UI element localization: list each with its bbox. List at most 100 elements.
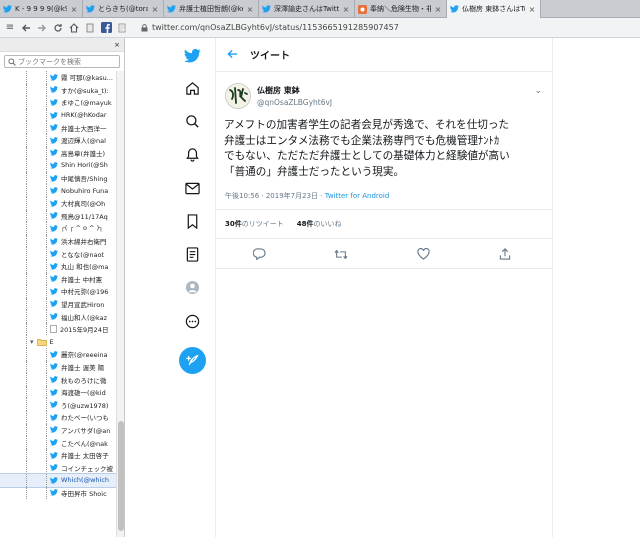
bookmark-item[interactable]: 望月宣武Hiron xyxy=(0,297,117,311)
tweet-time[interactable]: 午後10:56 · 2019年7月23日 · xyxy=(225,192,325,200)
bookmark-item[interactable]: アンバサダ(@an xyxy=(0,423,117,437)
browser-toolbar: ≡ twitter.com/qnOsaZLBGyht6vJ/status/115… xyxy=(0,18,640,38)
username[interactable]: @qnOsaZLBGyht6vJ xyxy=(257,98,332,107)
bookmark-manager-button[interactable] xyxy=(83,21,97,35)
bookmark-label: E xyxy=(49,337,54,346)
tab-close-icon[interactable]: × xyxy=(246,5,254,14)
retweet-icon[interactable] xyxy=(333,246,349,262)
bookmark-item[interactable]: 霧 可那(@kasu... xyxy=(0,71,117,84)
bookmark-item[interactable]: 大村真司(@Oh xyxy=(0,196,117,210)
tweet-source-link[interactable]: Twitter for Android xyxy=(325,192,390,200)
tab-3[interactable]: 深澤諭史さんはTwitt × xyxy=(259,0,355,18)
retweets-count: 30件 xyxy=(225,220,242,228)
likes-stat[interactable]: 48件のいいね xyxy=(297,219,342,229)
compose-tweet-button[interactable] xyxy=(179,347,206,374)
bookmark-item[interactable]: 中村元弥(@196 xyxy=(0,285,117,298)
extension-button[interactable] xyxy=(115,21,129,35)
menu-icon[interactable]: ≡ xyxy=(3,21,17,35)
bookmark-search-input[interactable] xyxy=(18,57,118,66)
home-button[interactable] xyxy=(67,21,81,35)
retweets-stat[interactable]: 30件のリツイート xyxy=(225,219,284,229)
bookmark-item[interactable]: すか(@suka_t): xyxy=(0,83,117,97)
tab-close-icon[interactable]: × xyxy=(528,5,536,14)
back-button[interactable] xyxy=(19,21,33,35)
bookmark-item[interactable]: コインチェック被 xyxy=(0,461,117,474)
bookmark-item[interactable]: わたべー(いつも xyxy=(0,411,117,424)
tree-guide-line xyxy=(26,285,27,298)
display-name[interactable]: 仏樹房 東鉢 xyxy=(257,85,332,96)
bookmark-label: 高島章(弁護士) xyxy=(61,149,106,158)
reply-icon[interactable] xyxy=(251,246,267,262)
bookmark-item[interactable]: 福山和人(@kaz xyxy=(0,310,117,323)
bookmark-item[interactable]: まゆこ(@mayuk xyxy=(0,96,117,109)
bookmark-item[interactable]: 弁護士 中村憲 xyxy=(0,272,117,286)
forward-button[interactable] xyxy=(35,21,49,35)
tab-5[interactable]: 仏樹房 東鉢さんはTw × xyxy=(447,0,541,18)
tree-guide-line xyxy=(26,348,27,361)
explore-icon[interactable] xyxy=(182,111,202,131)
back-arrow-icon[interactable] xyxy=(227,49,238,61)
more-menu-icon[interactable] xyxy=(182,311,202,331)
bookmark-item[interactable]: Shin Hori(@Sh xyxy=(0,159,117,172)
tab-1[interactable]: とらきち(@torakit0ex× xyxy=(83,0,164,18)
bookmark-item[interactable]: 2015年9月24日 xyxy=(0,322,117,336)
expand-triangle-icon[interactable]: ▾ xyxy=(30,338,34,346)
bookmark-item[interactable]: 海渡雄一(@kid xyxy=(0,385,117,399)
tab-close-icon[interactable]: × xyxy=(151,5,159,14)
lists-icon[interactable] xyxy=(182,244,202,264)
bookmark-folder[interactable]: ▾ E xyxy=(0,335,117,349)
bookmark-item[interactable]: HRK(@hKodar xyxy=(0,108,117,122)
bookmark-page-icon xyxy=(86,23,94,32)
avatar[interactable] xyxy=(225,83,251,109)
bookmark-item[interactable]: 中尾慎吾/Shing xyxy=(0,171,117,185)
profile-icon[interactable] xyxy=(182,277,202,297)
tab-close-icon[interactable]: × xyxy=(434,5,442,14)
bookmark-label: 弁護士 中村憲 xyxy=(61,275,103,284)
bookmark-item[interactable]: 寺田昇市 Shoic xyxy=(0,486,117,500)
bookmark-item[interactable]: 弁護士 太田啓子 xyxy=(0,448,117,462)
bookmark-item[interactable]: 高島章(弁護士) xyxy=(0,146,117,160)
tab-0[interactable]: K - 9 9 9 9(@k9999... × xyxy=(0,0,83,18)
bookmark-item[interactable]: う(@uzw1978) xyxy=(0,398,117,412)
bookmark-search-box[interactable] xyxy=(4,55,120,68)
bookmark-item[interactable]: ┌( ┌ ^ o ^ )┐ xyxy=(0,222,117,235)
bookmark-item[interactable]: 浜木綿井右衛門 xyxy=(0,234,117,248)
bookmark-item[interactable]: 弁護士 渥美 陽 xyxy=(0,360,117,374)
sidebar-scrollbar[interactable] xyxy=(116,71,124,537)
column-header: ツイート xyxy=(216,38,552,72)
bookmark-item[interactable]: 秋ものろけに微 xyxy=(0,373,117,386)
twitter-nav xyxy=(172,38,212,537)
bookmark-item[interactable]: 弁護士大西洋一 xyxy=(0,121,117,134)
share-icon[interactable] xyxy=(497,246,513,262)
like-icon[interactable] xyxy=(415,246,431,262)
tweet-author[interactable]: 仏樹房 東鉢 @qnOsaZLBGyht6vJ xyxy=(225,83,332,109)
bookmark-item[interactable]: こたべん(@nak xyxy=(0,436,117,449)
bookmarks-icon[interactable] xyxy=(182,211,202,231)
twitter-logo-icon[interactable] xyxy=(182,46,202,66)
close-icon[interactable]: × xyxy=(114,41,120,49)
bookmark-item[interactable]: 丸山 和也(@ma xyxy=(0,259,117,273)
tree-guide-line xyxy=(26,196,27,210)
bookmark-item[interactable]: 渡辺輝人(@nal xyxy=(0,133,117,147)
bookmark-item[interactable]: Nobuhiro Funa xyxy=(0,184,117,197)
scrollbar-thumb[interactable] xyxy=(118,421,124,531)
twitter-icon xyxy=(50,388,58,396)
bookmark-item[interactable]: となな(@naot xyxy=(0,247,117,260)
tab-close-icon[interactable]: × xyxy=(70,5,78,14)
chevron-down-icon[interactable]: ⌄ xyxy=(534,86,542,96)
notifications-icon[interactable] xyxy=(182,144,202,164)
bookmark-label: 寺田昇市 Shoic xyxy=(61,489,107,498)
bookmark-item[interactable]: 麗奈(@reeeina xyxy=(0,348,117,361)
tab-2[interactable]: 弁護士植田哲朗(@ke × xyxy=(164,0,259,18)
tab-close-icon[interactable]: × xyxy=(342,5,350,14)
facebook-button[interactable] xyxy=(99,21,113,35)
messages-icon[interactable] xyxy=(182,178,202,198)
bookmark-label: 弁護士 太田啓子 xyxy=(61,452,109,461)
tab-4[interactable]: 奉納＼危険生物・非ロ× xyxy=(355,0,447,18)
address-bar[interactable]: twitter.com/qnOsaZLBGyht6vJ/status/11536… xyxy=(137,20,640,36)
home-icon[interactable] xyxy=(182,78,202,98)
reload-button[interactable] xyxy=(51,21,65,35)
bookmark-item[interactable]: 飛鳥@11/17Aq xyxy=(0,209,117,223)
bookmark-item[interactable]: Which(@which xyxy=(0,473,117,488)
tab-title: K - 9 9 9 9(@k9999... xyxy=(15,5,67,13)
